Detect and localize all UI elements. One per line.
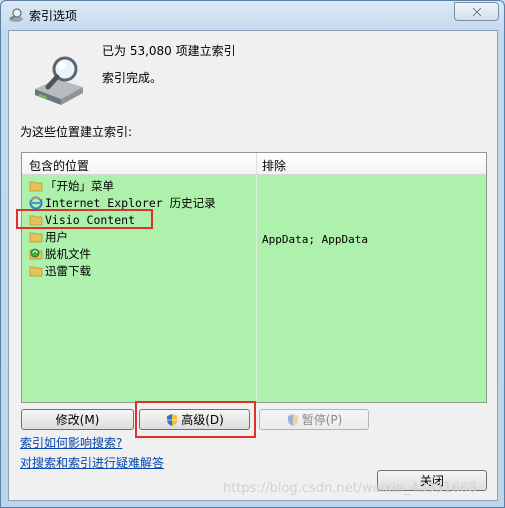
list-header: 包含的位置 排除: [22, 153, 486, 175]
column-exclusions[interactable]: 排除: [262, 157, 286, 174]
list-item[interactable]: 用户: [29, 228, 68, 245]
ie-icon: [29, 196, 43, 209]
list-item[interactable]: 迅雷下载: [29, 262, 91, 279]
title-bar[interactable]: 索引选项: [1, 1, 504, 29]
list-item[interactable]: 脱机文件: [29, 245, 91, 262]
advanced-button-label: 高级(D): [181, 413, 224, 427]
index-complete-text: 索引完成。: [102, 71, 163, 85]
folder-icon: [29, 181, 43, 191]
index-options-window: 索引选项 已为 53,080 项建立索引 索引完成。 为这些位置建立索引: 包含…: [0, 0, 505, 508]
column-included-locations[interactable]: 包含的位置: [29, 157, 89, 174]
troubleshoot-search-link[interactable]: 对搜索和索引进行疑难解答: [20, 454, 164, 471]
list-item-label: Internet Explorer 历史记录: [45, 195, 216, 210]
list-item[interactable]: Internet Explorer 历史记录: [29, 194, 216, 211]
indexed-count-text: 已为 53,080 项建立索引: [102, 44, 236, 58]
list-item[interactable]: 「开始」菜单: [29, 177, 114, 194]
watermark-text: https://blog.csdn.net/weixin_43951668: [223, 481, 477, 496]
index-locations-label: 为这些位置建立索引:: [20, 125, 133, 139]
pause-button-label: 暂停(P): [301, 413, 343, 427]
list-item-label: 用户: [45, 229, 68, 244]
index-locations-list[interactable]: 包含的位置 排除 「开始」菜单 Internet Explorer 历史记录 V…: [21, 152, 487, 403]
folder-icon: [29, 266, 43, 276]
folder-icon: [29, 215, 43, 225]
close-icon: [471, 6, 482, 17]
list-item-label: Visio Content: [45, 212, 136, 227]
hard-drive-magnifier-icon: [35, 56, 83, 105]
folder-icon: [29, 232, 43, 242]
magnifier-drive-icon: [9, 8, 23, 22]
column-separator[interactable]: [256, 153, 257, 175]
advanced-button[interactable]: 高级(D): [139, 409, 250, 430]
modify-button[interactable]: 修改(M): [21, 409, 134, 430]
list-item-label: 「开始」菜单: [45, 178, 114, 193]
user-exclusions-text: AppData; AppData: [262, 233, 368, 246]
uac-shield-icon: [287, 413, 298, 426]
list-item-label: 脱机文件: [45, 246, 91, 261]
window-close-button[interactable]: [454, 2, 499, 21]
window-title: 索引选项: [29, 9, 78, 23]
dialog-body: 已为 53,080 项建立索引 索引完成。 为这些位置建立索引: 包含的位置 排…: [8, 30, 498, 501]
sync-folder-icon: [29, 248, 43, 259]
how-indexing-affects-search-link[interactable]: 索引如何影响搜索?: [20, 434, 122, 451]
column-divider-line: [256, 175, 257, 402]
pause-button[interactable]: 暂停(P): [259, 409, 369, 430]
uac-shield-icon: [167, 413, 178, 426]
modify-button-label: 修改(M): [55, 413, 100, 427]
list-item-label: 迅雷下载: [45, 263, 91, 278]
list-item[interactable]: Visio Content: [29, 211, 135, 228]
